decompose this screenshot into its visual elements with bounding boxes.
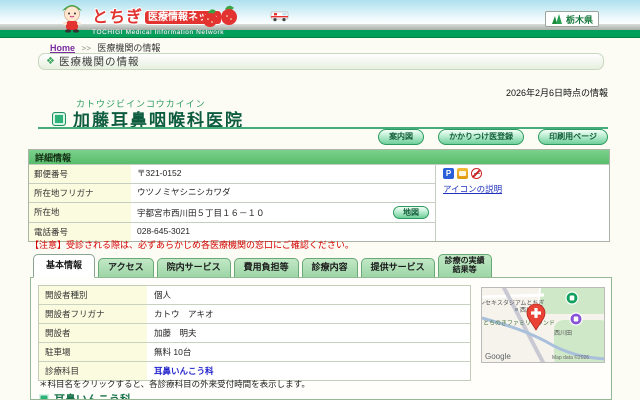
row-value: 宇都宮市西川田５丁目１６－１０ [137, 207, 265, 219]
table-row: 駐車場 無料 10台 [39, 342, 470, 361]
row-value: 加藤 明夫 [147, 324, 470, 342]
map-button[interactable]: 地図 [393, 206, 429, 220]
action-buttons: 案内図 かかりつけ医登録 印刷用ページ [378, 129, 608, 145]
caution-notice: 【注意】受診される際は、必ずあらかじめ各医療機関の窓口にご確認ください。 [30, 238, 354, 251]
family-doctor-register-button[interactable]: かかりつけ医登録 [438, 129, 524, 145]
table-row: 開設者 加藤 明夫 [39, 323, 470, 342]
icon-legend-link[interactable]: アイコンの説明 [443, 183, 502, 195]
parking-icon: P [443, 168, 454, 179]
facility-icons-area: P アイコンの説明 [435, 164, 609, 241]
info-date-note: 2026年2月6日時点の情報 [506, 86, 608, 99]
row-label: 開設者フリガナ [39, 305, 147, 323]
row-label: 駐車場 [39, 343, 147, 361]
ambulance-icon [270, 10, 290, 22]
pref-button-label: 栃木県 [566, 13, 593, 26]
basic-info-table: 開設者種別 個人 開設者フリガナ カトウ アキオ 開設者 加藤 明夫 駐車場 無… [38, 285, 471, 381]
mascot-icon [56, 1, 88, 33]
print-page-button[interactable]: 印刷用ページ [538, 129, 608, 145]
row-value: 無料 10台 [147, 343, 470, 361]
department-section-heading: 耳鼻いんこう科 [39, 391, 131, 400]
row-value: 個人 [147, 286, 470, 304]
tab-hospital-services[interactable]: 院内サービス [157, 258, 231, 277]
section-header: ❖ 医療機関の情報 [38, 53, 604, 70]
table-row: 開設者フリガナ カトウ アキオ [39, 304, 470, 323]
breadcrumb-separator: >> [82, 44, 91, 53]
row-label: 開設者種別 [39, 286, 147, 304]
row-label: 所在地 [29, 203, 131, 222]
row-value: 〒321-0152 [137, 167, 181, 179]
map-copyright: Map data ©2026 [552, 354, 589, 361]
tab-provided-services[interactable]: 提供サービス [361, 258, 435, 277]
tab-results[interactable]: 診療の実績 結果等 [438, 254, 492, 277]
strawberries-icon [198, 3, 240, 31]
section-bullet-icon [39, 394, 49, 400]
row-label: 所在地フリガナ [29, 184, 131, 202]
map-label-familyland: とちのきファミリーランド [483, 320, 555, 327]
map-label-town: 西川田 [554, 330, 572, 337]
basic-info-panel: 開設者種別 個人 開設者フリガナ カトウ アキオ 開設者 加藤 明夫 駐車場 無… [30, 277, 612, 400]
tab-access[interactable]: アクセス [98, 258, 154, 277]
detail-table: 詳細情報 郵便番号 〒321-0152 所在地フリガナ ウツノミヤシニシカワダ … [28, 149, 610, 242]
tab-treatment[interactable]: 診療内容 [302, 258, 358, 277]
row-value: カトウ アキオ [147, 305, 470, 323]
guide-map-button[interactable]: 案内図 [378, 129, 424, 145]
diamond-icon: ❖ [46, 57, 55, 67]
amenity-icon [457, 168, 468, 179]
breadcrumb-current: 医療機関の情報 [97, 43, 160, 53]
pref-logo-icon [551, 14, 563, 25]
site-title-main: とちぎ [92, 9, 143, 26]
detail-table-header: 詳細情報 [29, 150, 609, 164]
clinic-bullet-icon [52, 112, 66, 126]
table-row: 所在地 宇都宮市西川田５丁目１６－１０ 地図 [29, 202, 435, 222]
row-label: 郵便番号 [29, 165, 131, 183]
breadcrumb-home-link[interactable]: Home [50, 43, 75, 53]
table-row: 所在地フリガナ ウツノミヤシニシカワダ [29, 183, 435, 202]
table-row: 郵便番号 〒321-0152 [29, 164, 435, 183]
department-heading-label: 耳鼻いんこう科 [54, 391, 131, 400]
row-value: ウツノミヤシニシカワダ [137, 186, 231, 198]
tab-basic-info[interactable]: 基本情報 [33, 254, 95, 278]
tab-costs[interactable]: 費用負担等 [234, 258, 299, 277]
table-row: 開設者種別 個人 [39, 286, 470, 304]
google-map-thumbnail[interactable]: カンセキスタジアムとちぎ 西川田 とちのきファミリーランド 西川田 Google… [481, 287, 605, 363]
no-smoking-icon [471, 168, 482, 179]
department-footnote: ＊科目名をクリックすると、各診療科目の外来受付時間を表示します。 [39, 378, 310, 390]
pref-tochigi-button[interactable]: 栃木県 [545, 11, 599, 27]
section-title: 医療機関の情報 [59, 54, 140, 69]
google-logo: Google [485, 352, 511, 361]
row-label: 開設者 [39, 324, 147, 342]
tab-bar: 基本情報 アクセス 院内サービス 費用負担等 診療内容 提供サービス 診療の実績… [33, 251, 495, 277]
row-value: 028-645-3021 [137, 226, 190, 236]
